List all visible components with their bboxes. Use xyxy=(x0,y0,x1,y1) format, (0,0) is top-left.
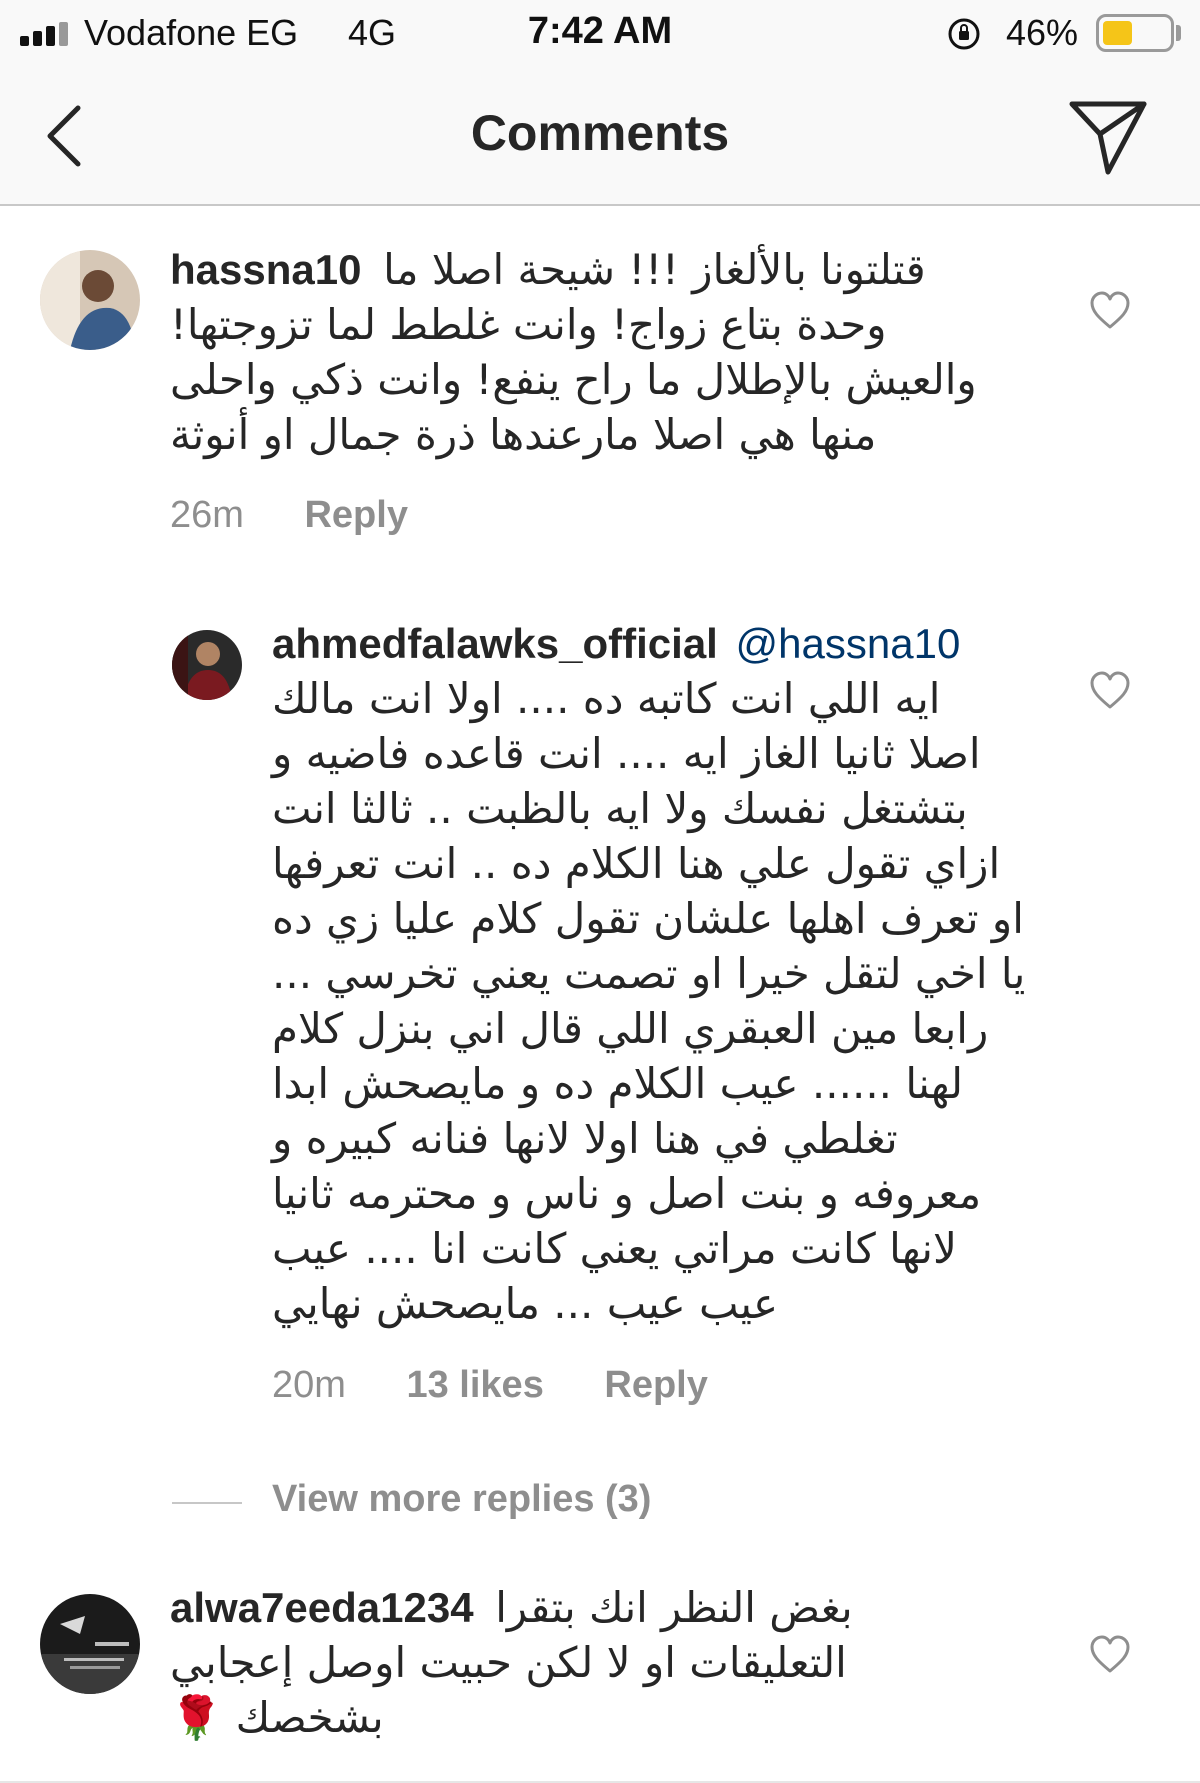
heart-icon[interactable] xyxy=(1088,1634,1132,1674)
battery-fill xyxy=(1103,21,1133,45)
comment-username[interactable]: ahmedfalawks_official xyxy=(272,620,718,667)
comment-username[interactable]: hassna10 xyxy=(170,246,361,293)
mention-link[interactable]: @hassna10 xyxy=(736,620,961,667)
comment-text: وحدة بتاع زواج! وانت غلطط لما تزوجتها! و… xyxy=(170,300,977,459)
reply-button[interactable]: Reply xyxy=(604,1364,707,1406)
orientation-lock-icon xyxy=(948,18,980,50)
comment-text-first-line: بغض النظر انك بتقرا xyxy=(495,1583,853,1632)
nav-bar: Comments xyxy=(0,72,1200,206)
avatar[interactable] xyxy=(40,1594,140,1694)
comment-timestamp: 26m xyxy=(170,494,244,536)
comment-timestamp: 20m xyxy=(272,1364,346,1406)
battery-percent: 46% xyxy=(1006,12,1079,53)
divider-line xyxy=(172,1502,242,1504)
comment-text: التعليقات او لا لكن حبيت اوصل إعجابي بشخ… xyxy=(170,1638,847,1742)
view-more-replies-label: View more replies (3) xyxy=(272,1478,652,1520)
paper-plane-icon[interactable] xyxy=(1066,94,1150,178)
reply-button[interactable]: Reply xyxy=(304,494,407,536)
avatar[interactable] xyxy=(40,250,140,350)
page-title: Comments xyxy=(470,105,730,161)
battery-icon xyxy=(1096,14,1174,52)
comment-username[interactable]: alwa7eeda1234 xyxy=(170,1584,474,1631)
comment-text: ايه اللي انت كاتبه ده .... اولا انت مالك… xyxy=(272,674,1026,1328)
avatar[interactable] xyxy=(172,630,242,700)
battery-tip xyxy=(1176,25,1181,41)
status-bar: Vodafone EG 4G 7:42 AM 46% xyxy=(0,0,1200,72)
heart-icon[interactable] xyxy=(1088,670,1132,710)
comment-text-first-line: قتلتونا بالألغاز !!! شيحة اصلا ما xyxy=(383,245,926,294)
likes-count[interactable]: 13 likes xyxy=(406,1364,543,1406)
heart-icon[interactable] xyxy=(1088,290,1132,330)
